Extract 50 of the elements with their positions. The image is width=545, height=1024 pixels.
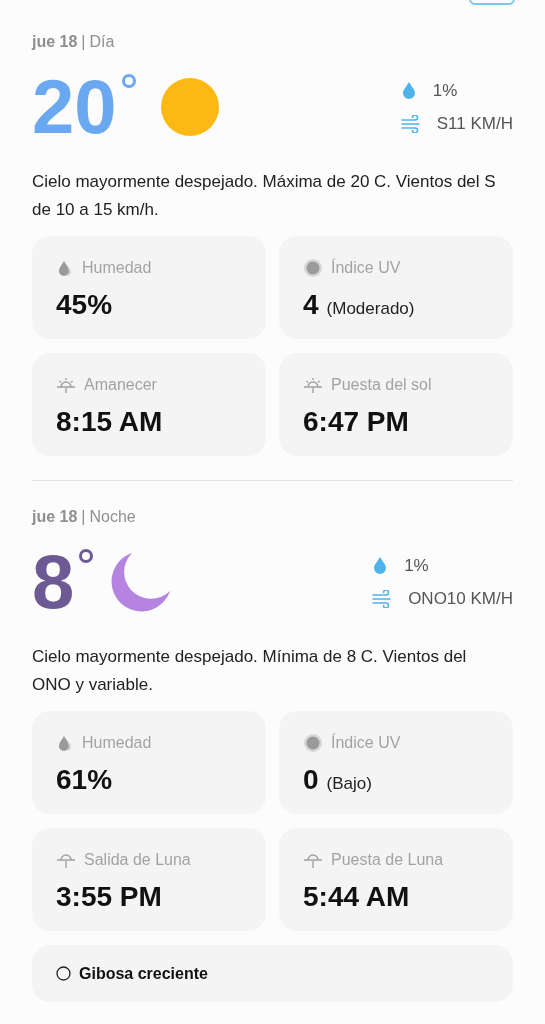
period-label: Día: [89, 32, 115, 52]
period-label: Noche: [89, 507, 136, 527]
card-label: Salida de Luna: [84, 850, 191, 870]
card-value: 45%: [56, 288, 113, 322]
moon-phase-icon: [56, 966, 71, 981]
card-value: 0: [303, 763, 319, 797]
forecast-description: Cielo mayormente despejado. Máxima de 20 C. Vientos del S de 10 a 15 km/h.: [32, 171, 497, 221]
sunrise-icon: [303, 376, 323, 394]
drop-icon: [56, 259, 74, 277]
sunrise-icon: [56, 376, 76, 394]
drop-icon: [56, 734, 74, 752]
card-value: 3:55 PM: [56, 880, 162, 914]
separator: |: [81, 507, 86, 527]
card-label: Índice UV: [331, 257, 401, 278]
precipitation-value: 1%: [432, 79, 458, 102]
card-note: (Moderado): [326, 298, 415, 320]
temperature: 20: [32, 69, 117, 145]
date-label: jue 18: [32, 32, 78, 52]
wind-icon: [400, 114, 421, 133]
card-label: Amanecer: [84, 375, 157, 395]
uv-icon: [303, 258, 323, 278]
moonrise-icon: [56, 851, 76, 869]
separator: |: [81, 32, 86, 52]
degree-icon: [120, 73, 137, 89]
card-label: Puesta de Luna: [331, 850, 444, 870]
card-value: 6:47 PM: [303, 405, 409, 439]
forecast-description: Cielo mayormente despejado. Mínima de 8 C. Vientos del ONO y variable.: [32, 646, 468, 696]
precipitation-value: 1%: [404, 554, 429, 577]
card-label: Humedad: [82, 733, 152, 753]
raindrop-icon: [372, 556, 389, 575]
moonrise-icon: [303, 851, 323, 869]
wind-value: S11 KM/H: [436, 113, 513, 135]
sun-icon: [160, 78, 219, 136]
wind-value: ONO10 KM/H: [408, 588, 513, 610]
uv-icon: [303, 733, 323, 753]
moon-phase-label: Gibosa creciente: [79, 963, 208, 984]
card-value: 4: [303, 288, 319, 322]
degree-icon: [78, 548, 95, 564]
moon-icon: [110, 551, 173, 613]
card-label: Índice UV: [331, 732, 401, 753]
card-note: (Bajo): [326, 773, 372, 795]
card-label: Humedad: [82, 258, 152, 278]
card-value: 8:15 AM: [56, 405, 163, 439]
card-value: 61%: [56, 763, 113, 797]
raindrop-icon: [400, 81, 417, 100]
card-label: Puesta del sol: [331, 375, 432, 395]
card-value: 5:44 AM: [303, 880, 410, 914]
date-label: jue 18: [32, 507, 78, 527]
temperature: 8: [32, 544, 75, 620]
wind-icon: [372, 589, 393, 608]
